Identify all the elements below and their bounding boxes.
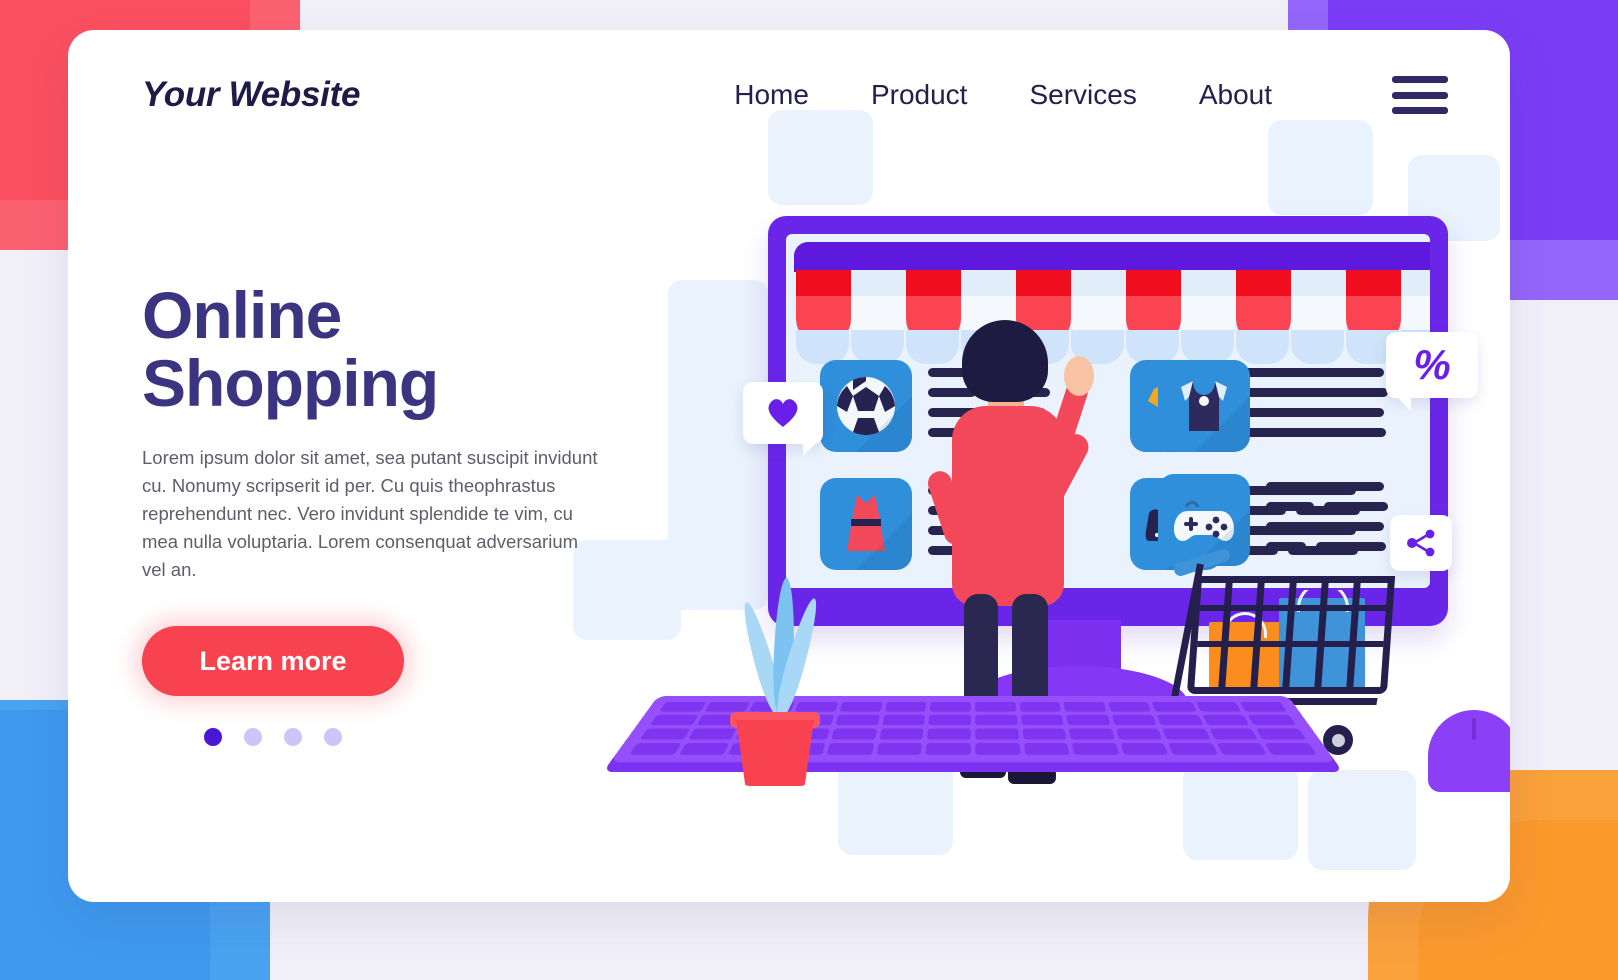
nav-item-product[interactable]: Product xyxy=(871,79,968,111)
character-hair xyxy=(962,320,1048,402)
product-tile-dress[interactable] xyxy=(820,478,912,570)
carousel-dots xyxy=(204,728,662,747)
soccer-ball-icon xyxy=(837,376,895,436)
favorite-badge[interactable] xyxy=(743,382,823,456)
share-badge[interactable] xyxy=(1390,515,1452,571)
hero-description: Lorem ipsum dolor sit amet, sea putant s… xyxy=(142,446,598,581)
nav-item-about[interactable]: About xyxy=(1199,79,1272,111)
carousel-dot-3[interactable] xyxy=(284,728,302,747)
keyboard-keys xyxy=(629,701,1317,755)
discount-badge[interactable]: % xyxy=(1386,332,1478,411)
share-icon xyxy=(1407,529,1435,557)
hamburger-menu-icon[interactable] xyxy=(1392,76,1448,114)
online-shopping-illustration: % xyxy=(609,100,1510,900)
discount-badge-tail xyxy=(1396,396,1411,411)
product-tile-soccer-ball[interactable] xyxy=(820,360,912,452)
nav-item-services[interactable]: Services xyxy=(1029,79,1136,111)
character-pointing-hand xyxy=(1064,356,1094,396)
learn-more-button[interactable]: Learn more xyxy=(142,626,404,697)
percent-icon: % xyxy=(1413,341,1451,388)
carousel-dot-1[interactable] xyxy=(204,728,222,747)
main-navigation: Home Product Services About xyxy=(734,76,1448,114)
product-item[interactable] xyxy=(1158,360,1418,452)
computer-mouse[interactable] xyxy=(1428,710,1510,792)
hero-section: Online Shopping Lorem ipsum dolor sit am… xyxy=(142,281,662,747)
product-tile-tank-top[interactable] xyxy=(1158,360,1250,452)
page-title-line1: Online xyxy=(142,278,342,352)
site-logo[interactable]: Your Website xyxy=(142,75,360,115)
heart-icon xyxy=(768,399,798,427)
page-title-line2: Shopping xyxy=(142,345,439,420)
favorite-badge-tail xyxy=(803,442,817,456)
page-title: Online Shopping xyxy=(142,281,662,420)
storefront-awning-scallop xyxy=(796,330,1430,364)
cart-basket xyxy=(1186,576,1396,694)
plant-pot xyxy=(736,720,814,786)
dress-icon xyxy=(847,495,885,551)
nav-item-home[interactable]: Home xyxy=(734,79,809,111)
site-header: Your Website Home Product Services About xyxy=(68,30,1510,160)
landing-page-card: Your Website Home Product Services About… xyxy=(68,30,1510,902)
keyboard[interactable] xyxy=(609,696,1337,763)
carousel-dot-2[interactable] xyxy=(244,728,262,747)
carousel-dot-4[interactable] xyxy=(324,728,342,747)
storefront-awning-bar xyxy=(794,242,1430,272)
tank-top-icon xyxy=(1181,381,1227,431)
